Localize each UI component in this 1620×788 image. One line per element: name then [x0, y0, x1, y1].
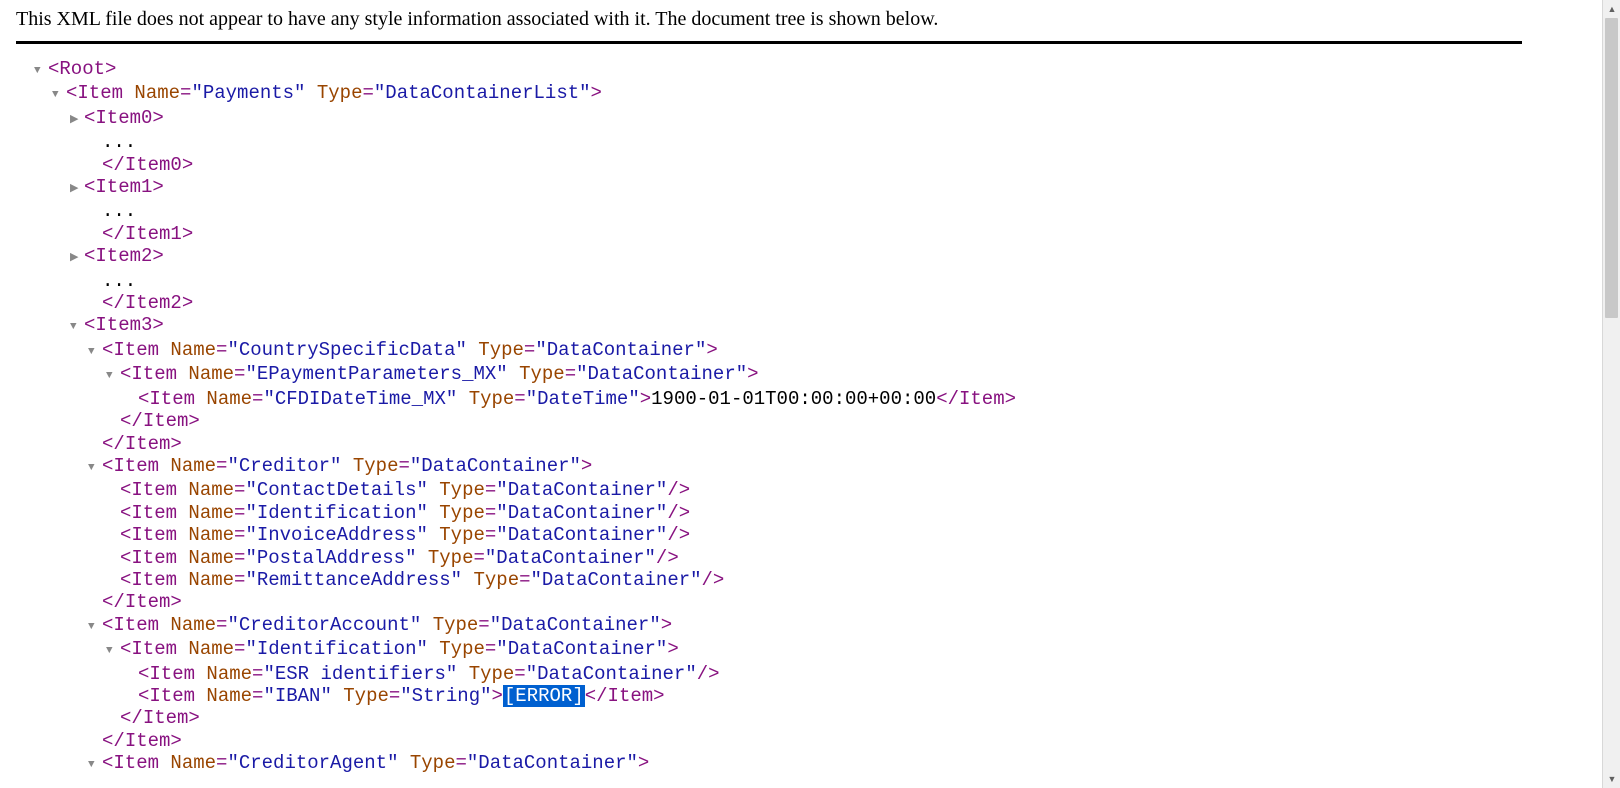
item-postaladdress[interactable]: <Item Name="PostalAddress" Type="DataCon…	[16, 547, 1522, 569]
item2-dots: ...	[16, 270, 1522, 292]
toggle-icon[interactable]: ▼	[106, 365, 120, 387]
toggle-icon[interactable]: ▼	[88, 616, 102, 638]
item-identification2-open[interactable]: ▼<Item Name="Identification" Type="DataC…	[16, 638, 1522, 662]
item-creditoraccount-open[interactable]: ▼<Item Name="CreditorAccount" Type="Data…	[16, 614, 1522, 638]
item-creditoraccount-close: </Item>	[16, 730, 1522, 752]
scrollbar-track[interactable]	[1603, 18, 1620, 770]
notice-text: This XML file does not appear to have an…	[16, 8, 1522, 44]
item-iban[interactable]: <Item Name="IBAN" Type="String">[ERROR]<…	[16, 685, 1522, 707]
item-creditoragent-open[interactable]: ▼<Item Name="CreditorAgent" Type="DataCo…	[16, 752, 1522, 776]
item-remittanceaddress[interactable]: <Item Name="RemittanceAddress" Type="Dat…	[16, 569, 1522, 591]
item1-open[interactable]: ▶<Item1>	[16, 176, 1522, 200]
chevron-down-icon: ▼	[1608, 774, 1617, 784]
root-open[interactable]: ▼<Root>	[16, 58, 1522, 82]
toggle-icon[interactable]: ▼	[88, 341, 102, 363]
item2-open[interactable]: ▶<Item2>	[16, 245, 1522, 269]
toggle-icon[interactable]: ▶	[70, 247, 84, 269]
toggle-icon[interactable]: ▼	[88, 457, 102, 479]
toggle-icon[interactable]: ▼	[52, 84, 66, 106]
item0-close: </Item0>	[16, 154, 1522, 176]
item-contactdetails[interactable]: <Item Name="ContactDetails" Type="DataCo…	[16, 479, 1522, 501]
item0-open[interactable]: ▶<Item0>	[16, 107, 1522, 131]
vertical-scrollbar[interactable]: ▲ ▼	[1602, 0, 1620, 788]
scrollbar-thumb[interactable]	[1605, 18, 1618, 318]
toggle-icon[interactable]: ▶	[70, 109, 84, 131]
item-epaymentparams-open[interactable]: ▼<Item Name="EPaymentParameters_MX" Type…	[16, 363, 1522, 387]
toggle-icon[interactable]: ▼	[34, 60, 48, 82]
error-text-selected[interactable]: [ERROR]	[503, 685, 585, 707]
item3-open[interactable]: ▼<Item3>	[16, 314, 1522, 338]
item-invoiceaddress[interactable]: <Item Name="InvoiceAddress" Type="DataCo…	[16, 524, 1522, 546]
chevron-up-icon: ▲	[1608, 4, 1617, 14]
item2-close: </Item2>	[16, 292, 1522, 314]
item-countryspecificdata-open[interactable]: ▼<Item Name="CountrySpecificData" Type="…	[16, 339, 1522, 363]
toggle-icon[interactable]: ▶	[70, 178, 84, 200]
scroll-up-button[interactable]: ▲	[1603, 0, 1620, 18]
item-creditor-close: </Item>	[16, 591, 1522, 613]
toggle-icon[interactable]: ▼	[106, 640, 120, 662]
xml-tree: ▼<Root> ▼<Item Name="Payments" Type="Dat…	[16, 58, 1522, 777]
scroll-down-button[interactable]: ▼	[1603, 770, 1620, 788]
item1-dots: ...	[16, 200, 1522, 222]
item-epaymentparams-close: </Item>	[16, 410, 1522, 432]
item-cfdi[interactable]: <Item Name="CFDIDateTime_MX" Type="DateT…	[16, 388, 1522, 410]
item-esr[interactable]: <Item Name="ESR identifiers" Type="DataC…	[16, 663, 1522, 685]
item0-dots: ...	[16, 131, 1522, 153]
item1-close: </Item1>	[16, 223, 1522, 245]
item-creditor-open[interactable]: ▼<Item Name="Creditor" Type="DataContain…	[16, 455, 1522, 479]
item-countryspecificdata-close: </Item>	[16, 433, 1522, 455]
xml-viewer: This XML file does not appear to have an…	[0, 0, 1538, 788]
toggle-icon[interactable]: ▼	[70, 316, 84, 338]
item-identification2-close: </Item>	[16, 707, 1522, 729]
toggle-icon[interactable]: ▼	[88, 754, 102, 776]
item-identification[interactable]: <Item Name="Identification" Type="DataCo…	[16, 502, 1522, 524]
item-payments-open[interactable]: ▼<Item Name="Payments" Type="DataContain…	[16, 82, 1522, 106]
